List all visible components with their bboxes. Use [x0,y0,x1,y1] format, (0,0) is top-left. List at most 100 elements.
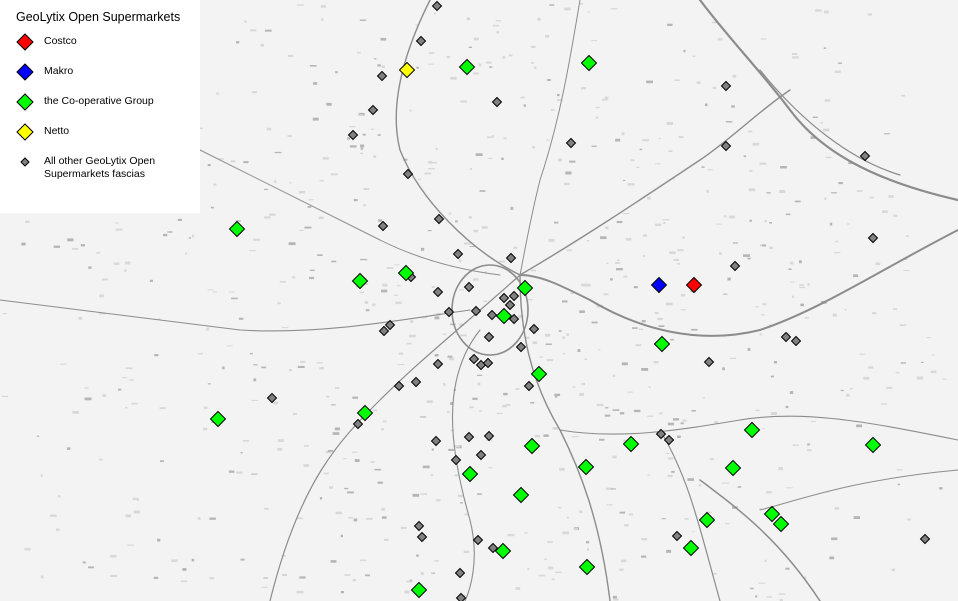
coop-marker[interactable] [494,542,512,560]
other-fascia-marker[interactable] [528,323,540,335]
other-fascia-marker[interactable] [402,168,414,180]
coop-marker[interactable] [530,365,548,383]
coop-marker[interactable] [209,410,227,428]
urban-speckle [406,342,412,345]
coop-marker[interactable] [653,335,671,353]
other-fascia-marker[interactable] [919,533,931,545]
other-fascia-marker[interactable] [523,380,535,392]
urban-speckle [209,517,216,520]
coop-marker[interactable] [743,421,761,439]
other-fascia-marker[interactable] [415,35,427,47]
other-fascia-marker[interactable] [266,392,278,404]
other-fascia-marker[interactable] [470,305,482,317]
urban-speckle [621,362,628,366]
other-fascia-marker[interactable] [515,341,527,353]
coop-marker[interactable] [461,465,479,483]
other-fascia-marker[interactable] [432,286,444,298]
other-fascia-marker[interactable] [463,281,475,293]
coop-marker[interactable] [580,54,598,72]
other-fascia-marker[interactable] [790,335,802,347]
other-fascia-marker[interactable] [378,325,390,337]
coop-marker[interactable] [577,458,595,476]
urban-speckle [764,220,767,223]
urban-speckle [762,428,765,430]
coop-marker[interactable] [228,220,246,238]
urban-speckle [426,400,433,403]
urban-speckle [606,504,613,506]
other-fascia-marker[interactable] [671,530,683,542]
coop-marker[interactable] [622,435,640,453]
urban-speckle [281,327,289,329]
other-fascia-marker[interactable] [483,331,495,343]
urban-speckle [292,276,296,279]
urban-speckle [554,221,559,224]
other-fascia-marker[interactable] [463,431,475,443]
other-fascia-marker[interactable] [393,380,405,392]
other-fascia-marker[interactable] [475,449,487,461]
other-fascia-marker[interactable] [416,531,428,543]
urban-speckle [382,283,388,287]
coop-marker[interactable] [772,515,790,533]
coop-marker[interactable] [351,272,369,290]
other-fascia-marker[interactable] [491,96,503,108]
coop-marker[interactable] [682,539,700,557]
costco-marker[interactable] [685,276,703,294]
other-fascia-marker[interactable] [367,104,379,116]
other-fascia-marker[interactable] [720,80,732,92]
coop-marker[interactable] [724,459,742,477]
coop-marker[interactable] [410,581,428,599]
coop-marker[interactable] [698,511,716,529]
urban-speckle [580,3,584,5]
other-fascia-marker[interactable] [450,454,462,466]
coop-marker[interactable] [512,486,530,504]
urban-speckle [277,302,281,305]
other-fascia-marker[interactable] [430,435,442,447]
other-fascia-marker[interactable] [376,70,388,82]
other-fascia-marker[interactable] [432,358,444,370]
other-fascia-marker[interactable] [486,309,498,321]
other-fascia-marker[interactable] [431,0,443,12]
map-canvas[interactable]: GeoLytix Open Supermarkets Costco Makro … [0,0,958,601]
other-fascia-marker[interactable] [377,220,389,232]
other-fascia-marker[interactable] [703,356,715,368]
other-fascia-marker[interactable] [504,299,516,311]
other-fascia-marker[interactable] [352,418,364,430]
other-fascia-marker[interactable] [468,353,480,365]
other-fascia-marker[interactable] [508,290,520,302]
urban-speckle [380,37,387,41]
makro-marker[interactable] [650,276,668,294]
urban-speckle [154,354,159,357]
urban-speckle [566,249,572,252]
urban-speckle [729,215,735,219]
urban-speckle [210,206,214,209]
other-fascia-marker[interactable] [410,376,422,388]
urban-speckle [616,268,623,271]
other-fascia-marker[interactable] [565,137,577,149]
other-fascia-marker[interactable] [472,534,484,546]
urban-speckle [869,196,875,199]
coop-marker[interactable] [458,58,476,76]
urban-speckle [641,555,647,558]
urban-speckle [546,359,553,362]
urban-speckle [67,238,74,242]
other-fascia-marker[interactable] [413,520,425,532]
urban-speckle [680,422,684,425]
other-fascia-marker[interactable] [505,252,517,264]
coop-marker[interactable] [356,404,374,422]
other-fascia-marker[interactable] [729,260,741,272]
coop-marker[interactable] [495,307,513,325]
other-fascia-marker[interactable] [452,248,464,260]
coop-marker[interactable] [523,437,541,455]
coop-marker[interactable] [864,436,882,454]
urban-speckle [365,309,370,312]
coop-marker[interactable] [578,558,596,576]
other-fascia-marker[interactable] [663,434,675,446]
urban-speckle [600,236,607,240]
urban-speckle [435,147,438,150]
other-fascia-marker[interactable] [454,567,466,579]
urban-speckle [764,559,767,562]
other-fascia-marker[interactable] [498,292,510,304]
other-fascia-marker[interactable] [867,232,879,244]
urban-speckle [125,407,128,409]
urban-speckle [508,54,513,57]
